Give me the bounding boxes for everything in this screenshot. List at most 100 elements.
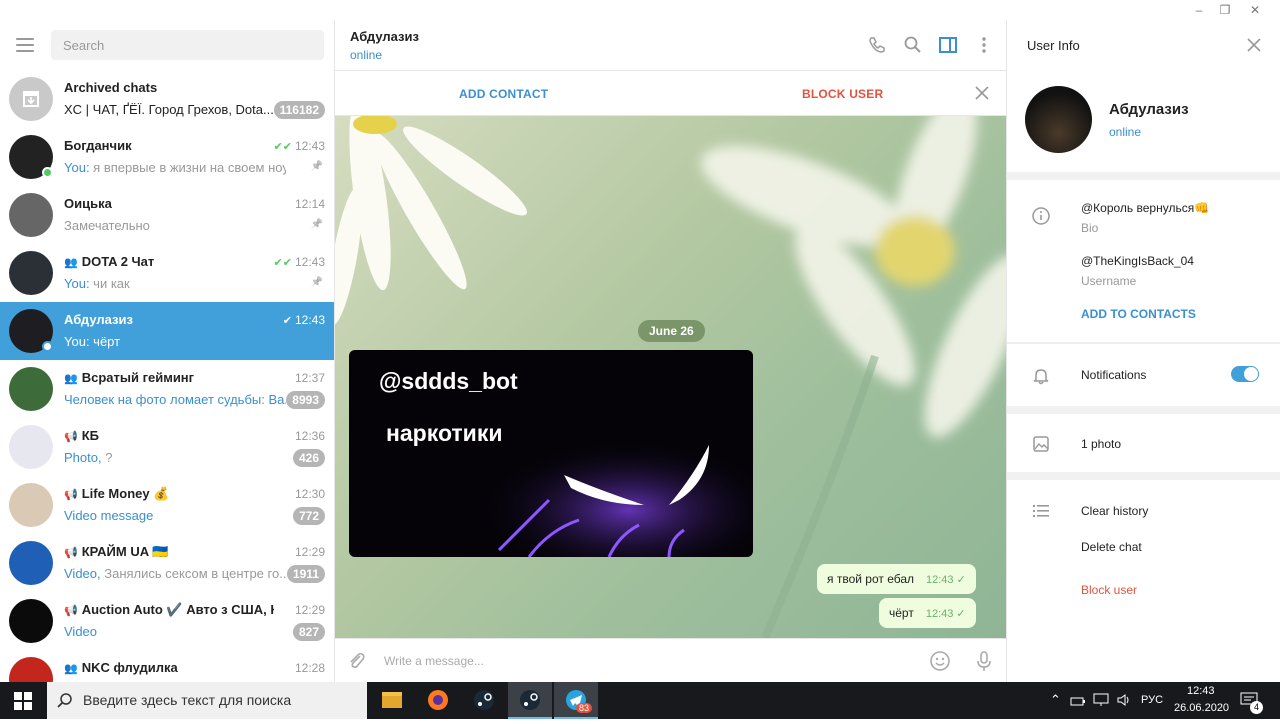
chat-time: 12:30 — [295, 487, 325, 501]
notifications-toggle[interactable] — [1231, 366, 1259, 382]
profile-avatar[interactable] — [1025, 86, 1092, 153]
chat-list-item[interactable]: 👥 DOTA 2 Чат ✔✔ 12:43 You: чи как 📌 — [0, 244, 334, 302]
close-icon[interactable] — [975, 86, 989, 100]
battery-icon[interactable] — [1070, 694, 1086, 708]
shared-photos-link[interactable]: 1 photo — [1081, 437, 1121, 451]
preview-text: чи как — [89, 276, 130, 291]
phone-icon[interactable] — [867, 35, 887, 55]
chat-name: 👥 Всратый гейминг — [64, 370, 274, 385]
block-user-button[interactable]: BLOCK USER — [802, 87, 883, 101]
chat-type-icon: 👥 — [64, 257, 78, 269]
windows-start-icon[interactable] — [14, 692, 32, 710]
minimize-button[interactable]: – — [1188, 0, 1210, 20]
sidebar-toggle-icon[interactable] — [938, 35, 958, 55]
chat-preview: You: чи как — [64, 276, 286, 291]
message-time: 12:43 ✓ — [926, 574, 966, 586]
chat-name-text: Оицька — [64, 196, 112, 211]
chat-time: 12:37 — [295, 371, 325, 385]
close-window-button[interactable]: ✕ — [1244, 0, 1266, 20]
peer-name: Абдулазиз — [350, 29, 419, 44]
attach-icon[interactable] — [347, 651, 367, 671]
delete-chat-button[interactable]: Delete chat — [1081, 540, 1142, 554]
chat-list-item[interactable]: 📢 Life Money 💰 12:30 Video message 772 — [0, 476, 334, 534]
clock-time[interactable]: 12:43 — [1187, 685, 1215, 697]
chat-name: Archived chats — [64, 80, 274, 95]
user-info-panel: User Info Абдулазиз online @Король верну… — [1006, 20, 1280, 682]
steam-app-2[interactable] — [508, 682, 552, 719]
unread-badge: 772 — [292, 507, 325, 525]
chat-list-item[interactable]: Archived chats XC | ЧАТ, ҐЁЇ. Город Грехо… — [0, 70, 334, 128]
maximize-button[interactable]: ❐ — [1214, 0, 1236, 20]
preview-text: ? — [101, 450, 113, 465]
chat-time: ✔✔ 12:43 — [274, 255, 325, 269]
steam-app[interactable] — [462, 682, 506, 719]
preview-text: чёрт — [89, 334, 121, 349]
preview-prefix: Video, — [64, 566, 101, 581]
message-bubble[interactable]: чёрт 12:43 ✓ — [879, 598, 976, 628]
preview-prefix: Video — [64, 624, 98, 639]
chat-list-item[interactable]: 📢 КРАЙМ UA 🇺🇦 12:29 Video, Занялись сексом … — [0, 534, 334, 592]
chat-name-text: Всратый гейминг — [81, 370, 195, 385]
chat-list-item[interactable]: 📢 КБ 12:36 Photo, ? 426 — [0, 418, 334, 476]
add-contact-button[interactable]: ADD CONTACT — [459, 87, 548, 101]
chat-list-item[interactable]: Оицька 12:14 Замечательно 📌 — [0, 186, 334, 244]
peer-status: online — [350, 48, 383, 62]
preview-prefix: Photo, — [64, 450, 102, 465]
tray-expand-icon[interactable]: ⌃ — [1050, 692, 1061, 708]
preview-text: Занялись сексом в центре го... — [100, 566, 286, 581]
firefox-app[interactable] — [416, 682, 460, 719]
taskbar-search-input[interactable]: Введите здесь текст для поиска — [47, 682, 367, 719]
chat-avatar — [9, 367, 53, 411]
title-bar: – ❐ ✕ — [0, 0, 1280, 20]
message-time: 12:43 ✓ — [925, 608, 966, 620]
chat-list-item[interactable]: 👥 Всратый гейминг 12:37 Человек на фото лом… — [0, 360, 334, 418]
chat-avatar — [9, 425, 53, 469]
unread-badge: 827 — [292, 623, 325, 641]
telegram-app[interactable]: 83 — [554, 682, 598, 719]
message-text: я твой рот ебал — [827, 572, 915, 586]
clock-date[interactable]: 26.06.2020 — [1174, 702, 1229, 714]
chat-name: 👥 NKC флудилка — [64, 660, 274, 675]
microphone-icon[interactable] — [973, 650, 995, 672]
add-to-contacts-button[interactable]: ADD TO CONTACTS — [1081, 307, 1196, 321]
menu-icon[interactable] — [16, 38, 34, 52]
chat-time: ✔✔ 12:43 — [274, 139, 325, 153]
chat-time-text: 12:28 — [294, 661, 325, 675]
emoji-icon[interactable] — [929, 650, 951, 672]
volume-icon[interactable] — [1116, 693, 1132, 707]
chat-preview: XC | ЧАТ, ҐЁЇ. Город Грехов, Dota... — [64, 102, 286, 117]
divider — [1007, 172, 1280, 180]
file-explorer-app[interactable] — [370, 682, 414, 719]
notification-count: 4 — [1250, 701, 1263, 714]
chat-list-item[interactable]: Абдулазиз ✔ 12:43 You: чёрт — [0, 302, 334, 360]
language-indicator[interactable]: РУС — [1141, 694, 1163, 706]
conversation-header[interactable]: Абдулазиз online — [335, 20, 1006, 71]
chat-list-item[interactable]: Богданчик ✔✔ 12:43 You: я впервые в жизни н… — [0, 128, 334, 186]
more-options-icon[interactable] — [974, 35, 994, 55]
chat-preview: Photo, ? — [64, 450, 286, 465]
chat-type-icon: 👥 — [64, 663, 78, 675]
clear-history-button[interactable]: Clear history — [1081, 504, 1148, 518]
search-input[interactable]: Search — [51, 30, 324, 60]
chat-time-text: 12:36 — [294, 429, 325, 443]
chat-type-icon: 👥 — [64, 373, 78, 385]
steam-icon — [508, 690, 552, 719]
search-icon[interactable] — [903, 35, 923, 55]
message-input[interactable]: Write a message... — [384, 654, 484, 668]
read-check-icon: ✔ — [282, 315, 292, 327]
chat-type-icon: 📢 — [64, 547, 78, 559]
close-panel-icon[interactable] — [1247, 38, 1261, 52]
chat-name: 📢Auction Auto ✔️ Авто з США, Ка... — [64, 602, 274, 618]
pin-icon: 📌 — [310, 277, 323, 288]
chat-time: 12:29 — [295, 603, 325, 617]
unread-badge: 1911 — [286, 565, 325, 583]
chat-list-item[interactable]: 📢Auction Auto ✔️ Авто з США, Ка... 12:29 V… — [0, 592, 334, 650]
image-message[interactable]: @sddds_bot наркотики — [349, 350, 753, 557]
archive-icon — [9, 77, 53, 121]
chat-name: Оицька — [64, 196, 274, 211]
chat-time-text: 12:43 — [294, 255, 325, 269]
chat-list-item[interactable]: 👥 NKC флудилка 12:28 — [0, 650, 334, 682]
message-bubble[interactable]: я твой рот ебал 12:43 ✓ — [817, 564, 976, 594]
block-user-link[interactable]: Block user — [1081, 583, 1137, 597]
network-icon[interactable] — [1093, 693, 1109, 707]
